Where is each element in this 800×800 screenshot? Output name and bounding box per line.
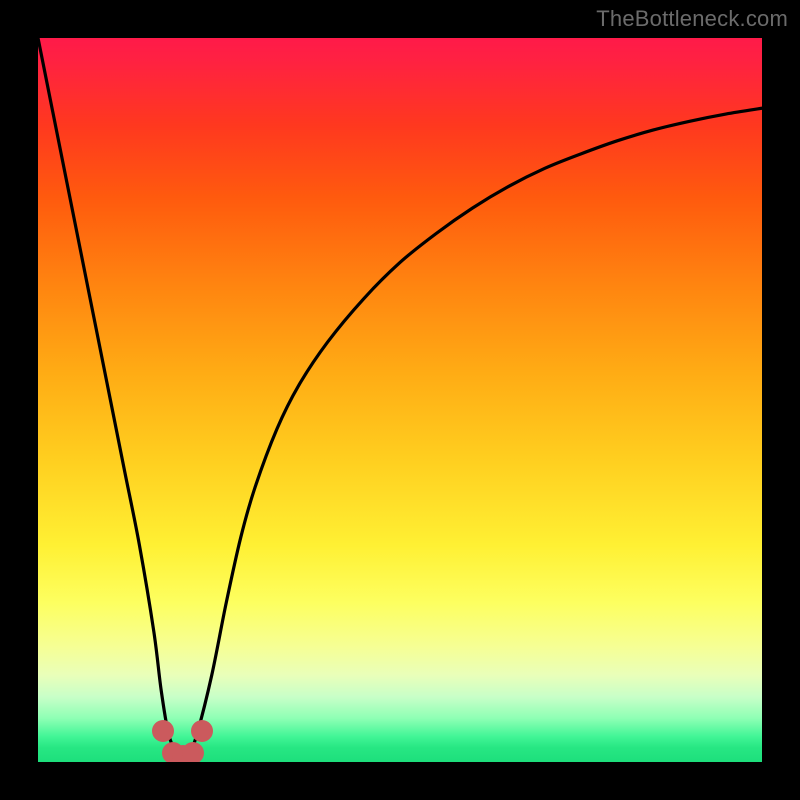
watermark-text: TheBottleneck.com [596,6,788,32]
chart-frame: TheBottleneck.com [0,0,800,800]
plot-area [38,38,762,762]
curve-markers [38,38,762,762]
curve-marker [152,720,174,742]
curve-marker [182,742,204,762]
curve-marker [191,720,213,742]
